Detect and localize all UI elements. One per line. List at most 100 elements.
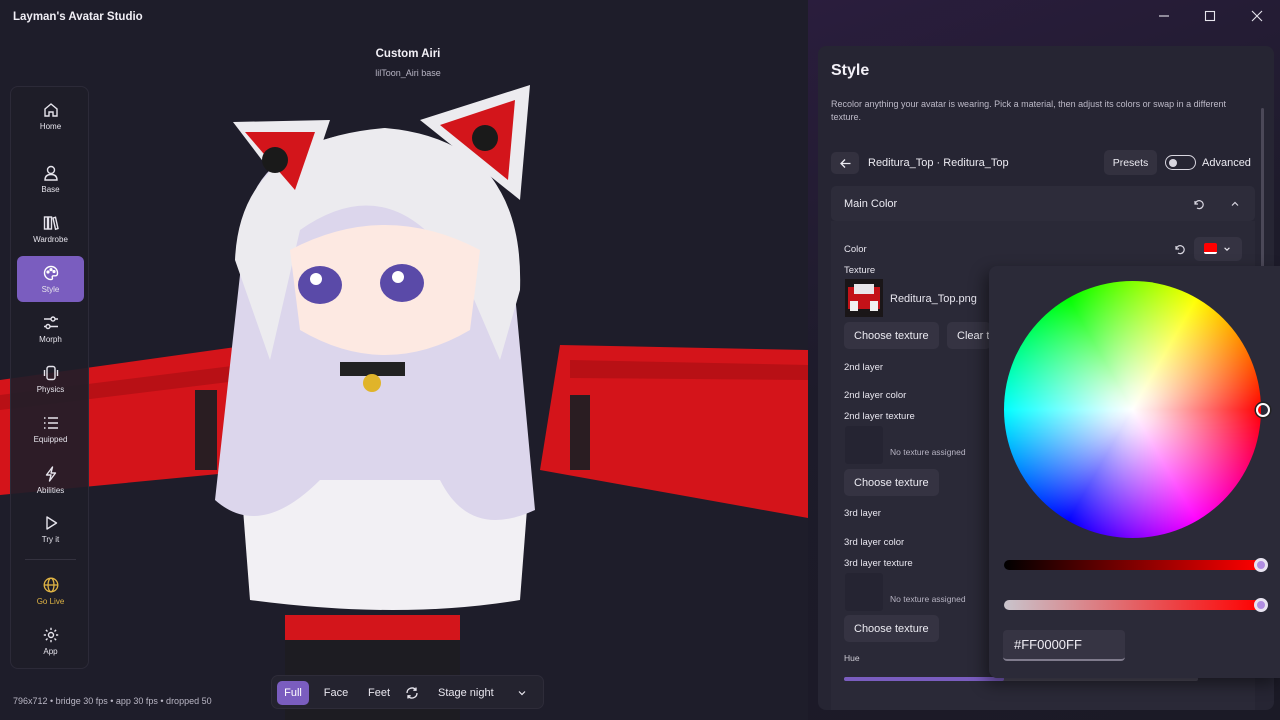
layer3-no-texture: No texture assigned [890, 594, 966, 604]
nav-item-style[interactable]: Style [17, 256, 84, 302]
layer2-no-texture: No texture assigned [890, 447, 966, 457]
palette-icon [43, 265, 58, 281]
person-icon [43, 165, 58, 181]
main-color-section-header[interactable]: Main Color [831, 186, 1255, 221]
hex-color-input[interactable] [1003, 630, 1125, 661]
camera-toolbar: Full Face Feet Stage night [271, 675, 544, 709]
nav-label: Home [39, 122, 62, 131]
globe-icon [43, 577, 58, 593]
layer2-label: 2nd layer [844, 362, 884, 373]
minimize-button[interactable] [1156, 8, 1172, 24]
texture-filename: Reditura_Top.png [890, 293, 977, 305]
nav-divider [25, 559, 76, 560]
nav-label: Base [41, 185, 60, 194]
value-slider-thumb[interactable] [1254, 558, 1268, 572]
sliders-icon [43, 316, 58, 330]
play-icon [45, 516, 57, 530]
color-picker-flyout [989, 266, 1280, 678]
layer3-label: 3rd layer [844, 508, 881, 519]
hue-label: Hue [844, 653, 860, 663]
physics-icon [43, 365, 58, 381]
layer2-texture-label: 2nd layer texture [844, 411, 915, 422]
chevron-down-icon [1224, 247, 1230, 251]
page-title: Style [831, 62, 870, 79]
nav-item-base[interactable]: Base [17, 156, 84, 202]
layer2-choose-texture-button[interactable]: Choose texture [844, 469, 939, 496]
color-label: Color [844, 244, 867, 255]
nav-item-wardrobe[interactable]: Wardrobe [17, 206, 84, 252]
layer3-color-label: 3rd layer color [844, 537, 905, 548]
back-button[interactable] [831, 152, 859, 174]
texture-label: Texture [844, 265, 876, 276]
arrow-left-icon [839, 158, 850, 168]
books-icon [43, 216, 59, 231]
home-icon [43, 103, 58, 117]
color-wheel[interactable] [1004, 281, 1261, 538]
nav-label: Physics [36, 385, 65, 394]
color-swatch-button[interactable] [1194, 237, 1242, 261]
close-button[interactable] [1249, 8, 1265, 24]
layer3-texture-label: 3rd layer texture [844, 558, 913, 569]
nav-label: App [43, 647, 58, 656]
avatar-base: lilToon_Airi base [375, 68, 441, 78]
layer2-texture-thumbnail [845, 426, 883, 464]
minimize-icon [1159, 15, 1169, 17]
chevron-up-icon[interactable] [1230, 199, 1240, 209]
nav-label: Style [41, 285, 60, 294]
nav-item-abilities[interactable]: Abilities [17, 457, 84, 503]
nav-item-try-it[interactable]: Try it [17, 506, 84, 552]
view-face-button[interactable]: Face [317, 681, 355, 705]
nav-rail: Home Base Wardrobe Style Morph Physics E… [10, 86, 89, 669]
lightning-icon [45, 466, 56, 482]
page-description: Recolor anything your avatar is wearing.… [831, 99, 1227, 122]
layer2-color-label: 2nd layer color [844, 390, 907, 401]
refresh-icon [406, 687, 418, 699]
section-title: Main Color [844, 198, 898, 210]
nav-label: Wardrobe [33, 235, 68, 244]
nav-item-go-live[interactable]: Go Live [17, 568, 84, 614]
close-icon [1251, 10, 1263, 22]
app-title: Layman's Avatar Studio [13, 11, 143, 23]
nav-item-equipped[interactable]: Equipped [17, 406, 84, 452]
advanced-toggle[interactable] [1165, 155, 1196, 170]
color-wheel-handle[interactable] [1256, 403, 1270, 417]
list-icon [43, 417, 58, 429]
view-full-button[interactable]: Full [277, 681, 309, 705]
texture-thumbnail [845, 279, 883, 317]
stats-readout: 796x712 • bridge 30 fps • app 30 fps • d… [13, 696, 212, 706]
chevron-down-icon [518, 691, 526, 696]
avatar-viewport[interactable]: Layman's Avatar Studio Custom Airi lilTo… [0, 0, 808, 720]
nav-item-app[interactable]: App [17, 618, 84, 664]
maximize-button[interactable] [1202, 8, 1218, 24]
refresh-button[interactable] [400, 681, 424, 705]
layer3-texture-thumbnail [845, 573, 883, 611]
nav-label: Morph [39, 335, 62, 344]
toggle-knob [1169, 158, 1177, 167]
color-swatch [1204, 243, 1217, 254]
advanced-label: Advanced [1202, 157, 1251, 169]
reset-color-icon[interactable] [1173, 243, 1185, 255]
stage-select-value: Stage night [438, 687, 494, 699]
hue-slider-fill [844, 677, 1004, 681]
avatar-name: Custom Airi [375, 48, 441, 60]
avatar-render[interactable] [0, 70, 808, 720]
nav-label: Go Live [36, 597, 65, 606]
choose-texture-button[interactable]: Choose texture [844, 322, 939, 349]
view-feet-button[interactable]: Feet [361, 681, 397, 705]
alpha-slider[interactable] [1004, 600, 1261, 610]
nav-item-morph[interactable]: Morph [17, 306, 84, 352]
undo-icon[interactable] [1192, 198, 1204, 210]
stage-select[interactable]: Stage night [432, 681, 537, 705]
material-breadcrumb: Reditura_Top · Reditura_Top [868, 157, 1009, 169]
clear-texture-button[interactable]: Clear t [947, 322, 991, 349]
nav-item-home[interactable]: Home [17, 93, 84, 139]
nav-label: Abilities [36, 486, 65, 495]
layer3-choose-texture-button[interactable]: Choose texture [844, 615, 939, 642]
presets-button[interactable]: Presets [1104, 150, 1157, 175]
nav-item-physics[interactable]: Physics [17, 356, 84, 402]
value-slider[interactable] [1004, 560, 1261, 570]
alpha-slider-thumb[interactable] [1254, 598, 1268, 612]
gear-icon [43, 627, 58, 643]
nav-label: Try it [41, 535, 60, 544]
maximize-icon [1204, 10, 1216, 22]
